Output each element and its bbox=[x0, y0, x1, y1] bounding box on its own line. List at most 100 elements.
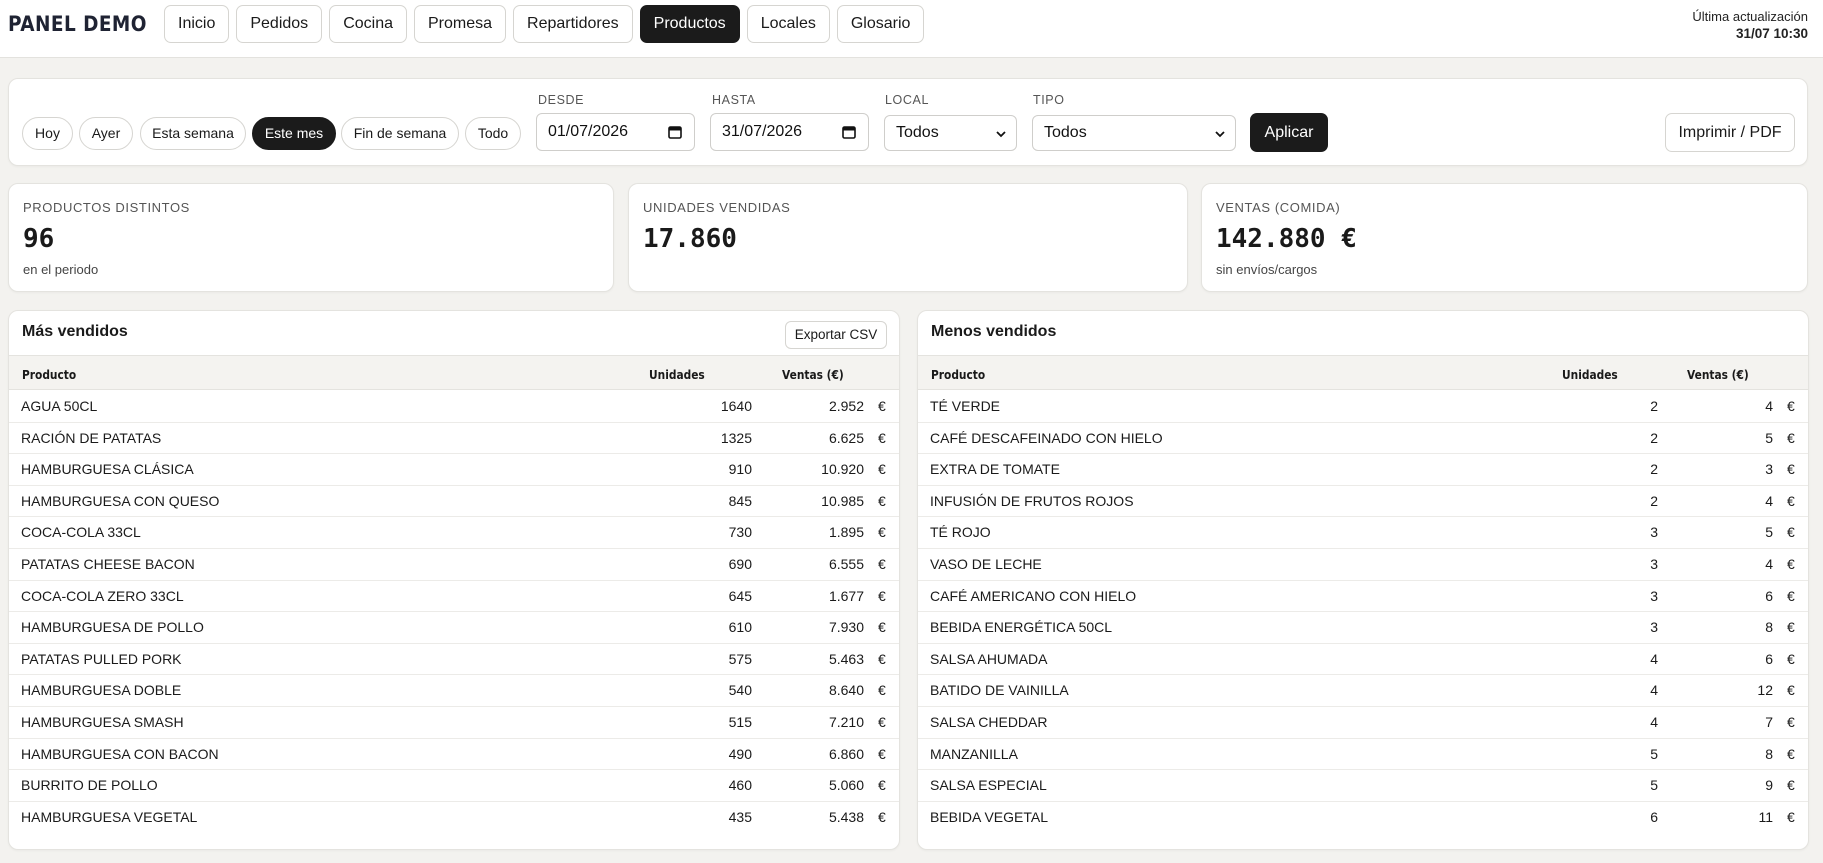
table-row[interactable]: HAMBURGUESA DOBLE 540 8.640 € bbox=[9, 675, 899, 707]
range-fin-de-semana-button[interactable]: Fin de semana bbox=[341, 117, 459, 150]
table-row[interactable]: MANZANILLA 5 8 € bbox=[918, 739, 1808, 771]
units-value: 3 bbox=[1650, 524, 1658, 541]
sales-value: 10.920 bbox=[821, 461, 864, 478]
sales-value: 5 bbox=[1765, 429, 1773, 446]
product-name: BURRITO DE POLLO bbox=[21, 777, 158, 794]
column-header-producto[interactable]: Producto bbox=[931, 367, 985, 382]
calendar-icon[interactable] bbox=[842, 125, 856, 139]
brand-logo[interactable]: PANEL DEMO bbox=[8, 12, 147, 36]
nav-tab-productos[interactable]: Productos bbox=[639, 5, 740, 43]
export-csv-button[interactable]: Exportar CSV bbox=[785, 321, 887, 349]
product-name: VASO DE LECHE bbox=[930, 555, 1042, 572]
print-pdf-button[interactable]: Imprimir / PDF bbox=[1665, 113, 1795, 152]
table-row[interactable]: CAFÉ AMERICANO CON HIELO 3 6 € bbox=[918, 581, 1808, 613]
bottom-products-table: Menos vendidos Producto Unidades Ventas … bbox=[917, 310, 1809, 850]
table-row[interactable]: SALSA AHUMADA 4 6 € bbox=[918, 644, 1808, 676]
column-header-producto[interactable]: Producto bbox=[22, 367, 76, 382]
currency-symbol: € bbox=[1787, 587, 1795, 604]
table-row[interactable]: TÉ VERDE 2 4 € bbox=[918, 391, 1808, 423]
range-todo-button[interactable]: Todo bbox=[465, 117, 521, 150]
table-row[interactable]: HAMBURGUESA CON BACON 490 6.860 € bbox=[9, 739, 899, 771]
units-value: 2 bbox=[1650, 461, 1658, 478]
column-header-ventas[interactable]: Ventas (€) bbox=[782, 367, 844, 382]
sales-value: 6.860 bbox=[828, 745, 864, 762]
table-row[interactable]: SALSA CHEDDAR 4 7 € bbox=[918, 707, 1808, 739]
table-row[interactable]: HAMBURGUESA CLÁSICA 910 10.920 € bbox=[9, 454, 899, 486]
nav-tab-cocina[interactable]: Cocina bbox=[329, 5, 407, 43]
sales-value: 9 bbox=[1765, 777, 1773, 794]
sales-value: 8 bbox=[1765, 619, 1773, 636]
table-row[interactable]: BEBIDA ENERGÉTICA 50CL 3 8 € bbox=[918, 612, 1808, 644]
product-name: HAMBURGUESA CON QUESO bbox=[21, 492, 220, 509]
currency-symbol: € bbox=[1787, 808, 1795, 825]
product-name: RACIÓN DE PATATAS bbox=[21, 429, 162, 446]
column-header-ventas[interactable]: Ventas (€) bbox=[1687, 367, 1749, 382]
table-row[interactable]: AGUA 50CL 1640 2.952 € bbox=[9, 391, 899, 423]
sales-value: 11 bbox=[1758, 808, 1773, 825]
table-row[interactable]: INFUSIÓN DE FRUTOS ROJOS 2 4 € bbox=[918, 486, 1808, 518]
table-row[interactable]: COCA-COLA ZERO 33CL 645 1.677 € bbox=[9, 581, 899, 613]
nav-tab-pedidos[interactable]: Pedidos bbox=[236, 5, 323, 43]
column-header-unidades[interactable]: Unidades bbox=[649, 367, 705, 382]
product-name: HAMBURGUESA DOBLE bbox=[21, 682, 182, 699]
nav-tab-locales[interactable]: Locales bbox=[746, 5, 830, 43]
currency-symbol: € bbox=[1787, 713, 1795, 730]
range-ayer-button[interactable]: Ayer bbox=[79, 117, 133, 150]
desde-date-input[interactable]: 01/07/2026 bbox=[536, 113, 695, 151]
sales-value: 5 bbox=[1765, 524, 1773, 541]
currency-symbol: € bbox=[1787, 777, 1795, 794]
kpi-label: UNIDADES VENDIDAS bbox=[643, 200, 791, 215]
units-value: 910 bbox=[728, 461, 752, 478]
table-row[interactable]: TÉ ROJO 3 5 € bbox=[918, 517, 1808, 549]
table-row[interactable]: PATATAS CHEESE BACON 690 6.555 € bbox=[9, 549, 899, 581]
sales-value: 10.985 bbox=[821, 492, 864, 509]
table-row[interactable]: VASO DE LECHE 3 4 € bbox=[918, 549, 1808, 581]
units-value: 4 bbox=[1650, 713, 1658, 730]
kpi-productos-distintos: PRODUCTOS DISTINTOS 96 en el periodo bbox=[8, 183, 614, 292]
apply-button[interactable]: Aplicar bbox=[1250, 113, 1328, 152]
nav-tab-promesa[interactable]: Promesa bbox=[414, 5, 507, 43]
nav-tab-glosario[interactable]: Glosario bbox=[836, 5, 925, 43]
currency-symbol: € bbox=[1787, 555, 1795, 572]
table-row[interactable]: SALSA ESPECIAL 5 9 € bbox=[918, 770, 1808, 802]
tipo-select[interactable]: Todos bbox=[1032, 115, 1236, 151]
range-hoy-button[interactable]: Hoy bbox=[22, 117, 73, 150]
kpi-label: PRODUCTOS DISTINTOS bbox=[23, 200, 190, 215]
table-row[interactable]: EXTRA DE TOMATE 2 3 € bbox=[918, 454, 1808, 486]
product-name: PATATAS PULLED PORK bbox=[21, 650, 182, 667]
table-row[interactable]: PATATAS PULLED PORK 575 5.463 € bbox=[9, 644, 899, 676]
table-row[interactable]: BATIDO DE VAINILLA 4 12 € bbox=[918, 675, 1808, 707]
range-este-mes-button[interactable]: Este mes bbox=[252, 117, 336, 150]
currency-symbol: € bbox=[878, 492, 886, 509]
table-row[interactable]: COCA-COLA 33CL 730 1.895 € bbox=[9, 517, 899, 549]
product-name: SALSA AHUMADA bbox=[930, 650, 1048, 667]
currency-symbol: € bbox=[878, 713, 886, 730]
currency-symbol: € bbox=[1787, 492, 1795, 509]
nav-tab-repartidores[interactable]: Repartidores bbox=[513, 5, 633, 43]
table-row[interactable]: HAMBURGUESA VEGETAL 435 5.438 € bbox=[9, 802, 899, 834]
table-row[interactable]: HAMBURGUESA CON QUESO 845 10.985 € bbox=[9, 486, 899, 518]
table-row[interactable]: HAMBURGUESA DE POLLO 610 7.930 € bbox=[9, 612, 899, 644]
nav-tab-inicio[interactable]: Inicio bbox=[164, 5, 230, 43]
column-header-unidades[interactable]: Unidades bbox=[1562, 367, 1618, 382]
hasta-date-input[interactable]: 31/07/2026 bbox=[710, 113, 869, 151]
units-value: 5 bbox=[1650, 745, 1658, 762]
product-name: CAFÉ AMERICANO CON HIELO bbox=[930, 587, 1137, 604]
kpi-value: 17.860 bbox=[643, 224, 737, 254]
table-row[interactable]: HAMBURGUESA SMASH 515 7.210 € bbox=[9, 707, 899, 739]
range-esta-semana-button[interactable]: Esta semana bbox=[140, 117, 246, 150]
table-row[interactable]: BURRITO DE POLLO 460 5.060 € bbox=[9, 770, 899, 802]
table-row[interactable]: CAFÉ DESCAFEINADO CON HIELO 2 5 € bbox=[918, 423, 1808, 455]
local-select[interactable]: Todos bbox=[884, 115, 1017, 151]
chevron-down-icon bbox=[1215, 131, 1225, 138]
table-row[interactable]: RACIÓN DE PATATAS 1325 6.625 € bbox=[9, 423, 899, 455]
local-label: LOCAL bbox=[885, 93, 929, 107]
sales-value: 4 bbox=[1765, 492, 1773, 509]
table-row[interactable]: BEBIDA VEGETAL 6 11 € bbox=[918, 802, 1808, 834]
sales-value: 1.895 bbox=[828, 524, 864, 541]
product-name: EXTRA DE TOMATE bbox=[930, 461, 1060, 478]
calendar-icon[interactable] bbox=[668, 125, 682, 139]
currency-symbol: € bbox=[1787, 429, 1795, 446]
top-products-table: Más vendidos Exportar CSV Producto Unida… bbox=[8, 310, 900, 850]
tipo-value: Todos bbox=[1044, 124, 1087, 141]
